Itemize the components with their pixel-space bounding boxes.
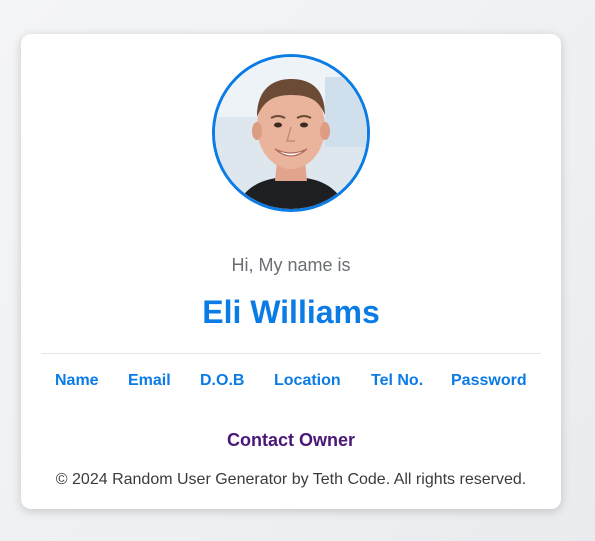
tab-dob[interactable]: D.O.B	[200, 372, 244, 390]
tab-tel[interactable]: Tel No.	[371, 372, 423, 390]
tab-location[interactable]: Location	[274, 372, 341, 390]
greeting-text: Hi, My name is	[231, 255, 351, 275]
info-tabs: Name Email D.O.B Location Tel No. Passwo…	[21, 372, 561, 394]
divider	[41, 353, 541, 354]
avatar-photo	[215, 57, 367, 209]
avatar	[212, 54, 370, 212]
contact-owner-link[interactable]: Contact Owner	[21, 430, 561, 451]
user-name: Eli Williams	[202, 294, 380, 330]
tab-password[interactable]: Password	[451, 372, 527, 390]
tab-email[interactable]: Email	[128, 372, 171, 390]
profile-card: Hi, My name is Eli Williams Name Email D…	[21, 34, 561, 509]
tab-name[interactable]: Name	[55, 372, 99, 390]
footer-copyright: © 2024 Random User Generator by Teth Cod…	[55, 471, 527, 488]
